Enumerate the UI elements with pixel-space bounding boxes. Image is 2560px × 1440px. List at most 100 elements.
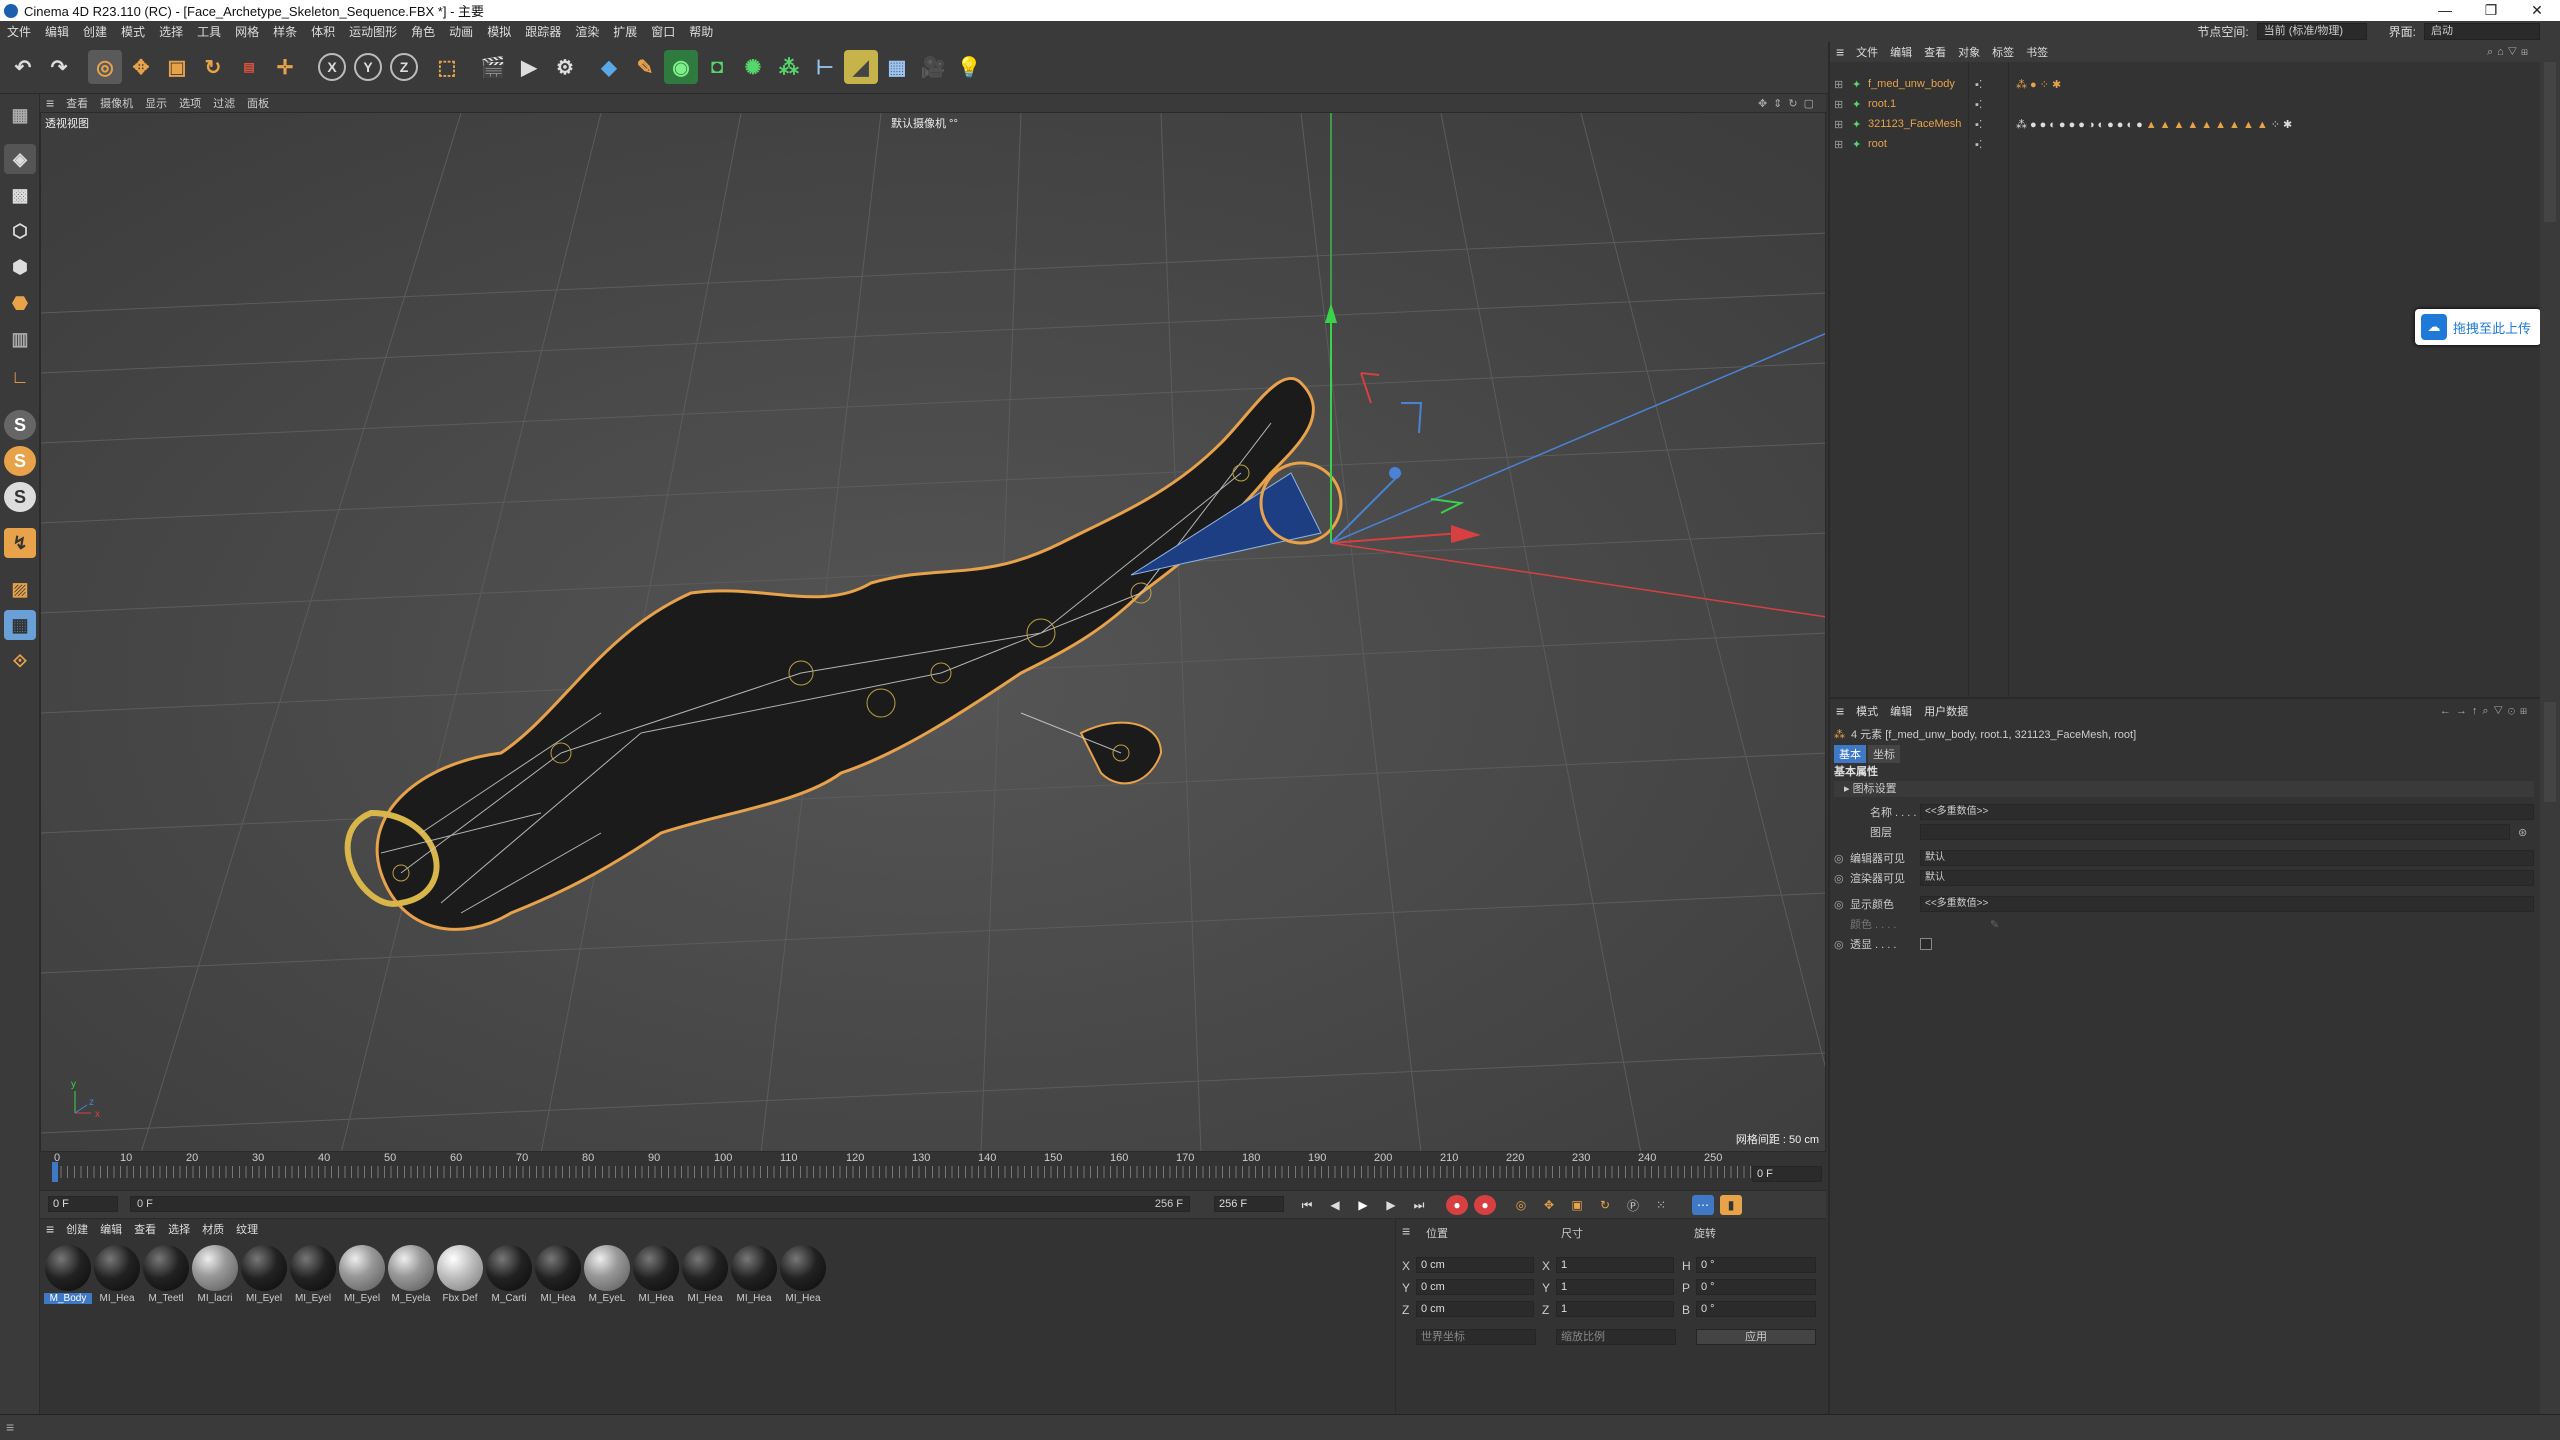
visibility-toggle-icon[interactable]: ▪⁚ <box>1975 98 1982 111</box>
rotation-p-field[interactable]: 0 ° <box>1696 1279 1816 1295</box>
viewport-menu-display[interactable]: 显示 <box>139 95 173 111</box>
material-label[interactable]: MI_Hea <box>730 1293 778 1304</box>
side-tab-objects[interactable] <box>2544 62 2556 222</box>
move-tool-icon[interactable]: ✥ <box>124 50 158 84</box>
cube-icon[interactable]: ◆ <box>592 50 626 84</box>
layer-input[interactable] <box>1920 824 2510 840</box>
pen-spline-icon[interactable]: ✎ <box>628 50 662 84</box>
material-swatch[interactable] <box>45 1245 91 1291</box>
material-tags-icon[interactable]: ⁂●●◐●●●◑◐●●◐●▲▲▲▲▲▲▲▲▲⁘✱ <box>2016 118 2295 131</box>
rotation-b-field[interactable]: 0 ° <box>1696 1301 1816 1317</box>
material-swatch[interactable] <box>535 1245 581 1291</box>
material-swatch[interactable] <box>94 1245 140 1291</box>
material-swatch[interactable] <box>143 1245 189 1291</box>
coord-system-dropdown[interactable]: 世界坐标 <box>1416 1329 1536 1345</box>
x-axis-lock-icon[interactable]: X <box>318 53 346 81</box>
material-swatch[interactable] <box>780 1245 826 1291</box>
viewport-navigation-icons[interactable]: ✥⇕↻▢ <box>1758 97 1820 110</box>
locked-workplane-icon[interactable]: ▦ <box>4 610 36 640</box>
workplane-icon[interactable]: ▨ <box>4 574 36 604</box>
texture-mode-icon[interactable]: ▩ <box>4 180 36 210</box>
attribute-nav-icons[interactable]: ←→↑⌕▽⊙⊞ <box>2440 705 2532 718</box>
material-menu-select[interactable]: 选择 <box>162 1221 196 1237</box>
schedule-icon[interactable]: ▮ <box>1720 1195 1742 1215</box>
material-swatch[interactable] <box>633 1245 679 1291</box>
make-editable-icon[interactable]: ▦ <box>4 100 36 130</box>
render-region-icon[interactable]: 🎬 <box>476 50 510 84</box>
points-mode-icon[interactable]: ⬡ <box>4 216 36 246</box>
object-menu-tags[interactable]: 标签 <box>1986 44 2020 60</box>
record-icon[interactable]: ● <box>1446 1195 1468 1215</box>
recent-tools-icon[interactable]: ▤ <box>232 50 266 84</box>
material-label[interactable]: M_Carti <box>485 1293 533 1304</box>
quantize-icon[interactable]: S <box>4 482 36 512</box>
deformer-icon[interactable]: ⊢ <box>808 50 842 84</box>
y-axis-lock-icon[interactable]: Y <box>354 53 382 81</box>
viewport-menu-filter[interactable]: 过滤 <box>207 95 241 111</box>
position-x-field[interactable]: 0 cm <box>1416 1257 1534 1273</box>
play-icon[interactable]: ▶ <box>1352 1195 1374 1215</box>
viewport-menu-panel[interactable]: 面板 <box>241 95 275 111</box>
goto-end-icon[interactable]: ⏭ <box>1408 1195 1430 1215</box>
keyframe-selection-icon[interactable]: ◎ <box>1510 1195 1532 1215</box>
object-menu-view[interactable]: 查看 <box>1918 44 1952 60</box>
point-level-animation-icon[interactable]: ⁙ <box>1650 1195 1672 1215</box>
object-toolbar-icons[interactable]: ⌕⌂▽⊞ <box>2487 46 2532 59</box>
material-label[interactable]: MI_Hea <box>534 1293 582 1304</box>
planar-workplane-icon[interactable]: ⟐ <box>4 646 36 676</box>
material-label[interactable]: Fbx Def <box>436 1293 484 1304</box>
menu-tracker[interactable]: 跟踪器 <box>518 23 568 40</box>
menu-create[interactable]: 创建 <box>76 23 114 40</box>
animate-toggle-icon[interactable]: ◎ <box>1834 872 1844 885</box>
object-row[interactable]: ⊞ ✦ f_med_unw_body ▪⁚ ⁂ ● ⁘ ✱ <box>1830 74 2542 94</box>
tab-basic[interactable]: 基本 <box>1834 745 1866 763</box>
material-swatch[interactable] <box>339 1245 385 1291</box>
size-y-field[interactable]: 1 <box>1556 1279 1674 1295</box>
mograph-icon[interactable]: ⁂ <box>772 50 806 84</box>
menu-spline[interactable]: 样条 <box>266 23 304 40</box>
status-menu-icon[interactable]: ≡ <box>6 1419 14 1435</box>
material-label[interactable]: MI_Eyel <box>289 1293 337 1304</box>
visibility-toggle-icon[interactable]: ▪⁚ <box>1975 138 1982 151</box>
object-menu-edit[interactable]: 编辑 <box>1884 44 1918 60</box>
coordinate-system-icon[interactable]: ⬚ <box>430 50 464 84</box>
animate-toggle-icon[interactable]: ◎ <box>1834 898 1844 911</box>
object-row[interactable]: ⊞ ✦ 321123_FaceMesh ▪⁚ ⁂●●◐●●●◑◐●●◐●▲▲▲▲… <box>1830 114 2542 134</box>
material-label[interactable]: MI_Eyel <box>338 1293 386 1304</box>
object-name[interactable]: root <box>1868 138 1887 150</box>
menu-window[interactable]: 窗口 <box>644 23 682 40</box>
material-label[interactable]: MI_Eyel <box>240 1293 288 1304</box>
display-color-dropdown[interactable]: <<多重数值>> <box>1920 896 2534 912</box>
viewport-hamburger-icon[interactable]: ≡ <box>40 95 60 111</box>
animate-toggle-icon[interactable]: ◎ <box>1834 938 1844 951</box>
field-icon[interactable]: ◢ <box>844 50 878 84</box>
expand-icon[interactable]: ⊞ <box>1834 98 1843 111</box>
editor-visible-dropdown[interactable]: 默认 <box>1920 850 2534 866</box>
layer-link-icon[interactable]: ⊛ <box>2518 826 2527 839</box>
menu-mesh[interactable]: 网格 <box>228 23 266 40</box>
position-z-field[interactable]: 0 cm <box>1416 1301 1534 1317</box>
attribute-hamburger-icon[interactable]: ≡ <box>1830 703 1850 719</box>
parameter-key-icon[interactable]: Ⓟ <box>1622 1195 1644 1215</box>
rotation-key-icon[interactable]: ↻ <box>1594 1195 1616 1215</box>
end-frame-field[interactable]: 256 F <box>1214 1196 1284 1212</box>
start-frame-field[interactable]: 0 F <box>48 1196 118 1212</box>
polygons-mode-icon[interactable]: ⬣ <box>4 288 36 318</box>
tab-coordinates[interactable]: 坐标 <box>1868 745 1900 763</box>
coord-hamburger-icon[interactable]: ≡ <box>1402 1223 1410 1239</box>
eyedropper-icon[interactable]: ✎ <box>1990 918 1999 931</box>
material-menu-edit[interactable]: 编辑 <box>94 1221 128 1237</box>
menu-select[interactable]: 选择 <box>152 23 190 40</box>
viewport-menu-cameras[interactable]: 摄像机 <box>94 95 139 111</box>
step-back-icon[interactable]: ◀ <box>1324 1195 1346 1215</box>
attribute-menu-edit[interactable]: 编辑 <box>1884 703 1918 719</box>
axis-mode-icon[interactable]: ∟ <box>4 362 36 392</box>
rotation-h-field[interactable]: 0 ° <box>1696 1257 1816 1273</box>
material-label[interactable]: M_Eyela <box>387 1293 435 1304</box>
material-label[interactable]: M_EyeL <box>583 1293 631 1304</box>
object-menu-object[interactable]: 对象 <box>1952 44 1986 60</box>
close-button[interactable]: ✕ <box>2514 0 2560 21</box>
cloner-icon[interactable]: ✺ <box>736 50 770 84</box>
attribute-menu-userdata[interactable]: 用户数据 <box>1918 703 1974 719</box>
expand-icon[interactable]: ⊞ <box>1834 118 1843 131</box>
